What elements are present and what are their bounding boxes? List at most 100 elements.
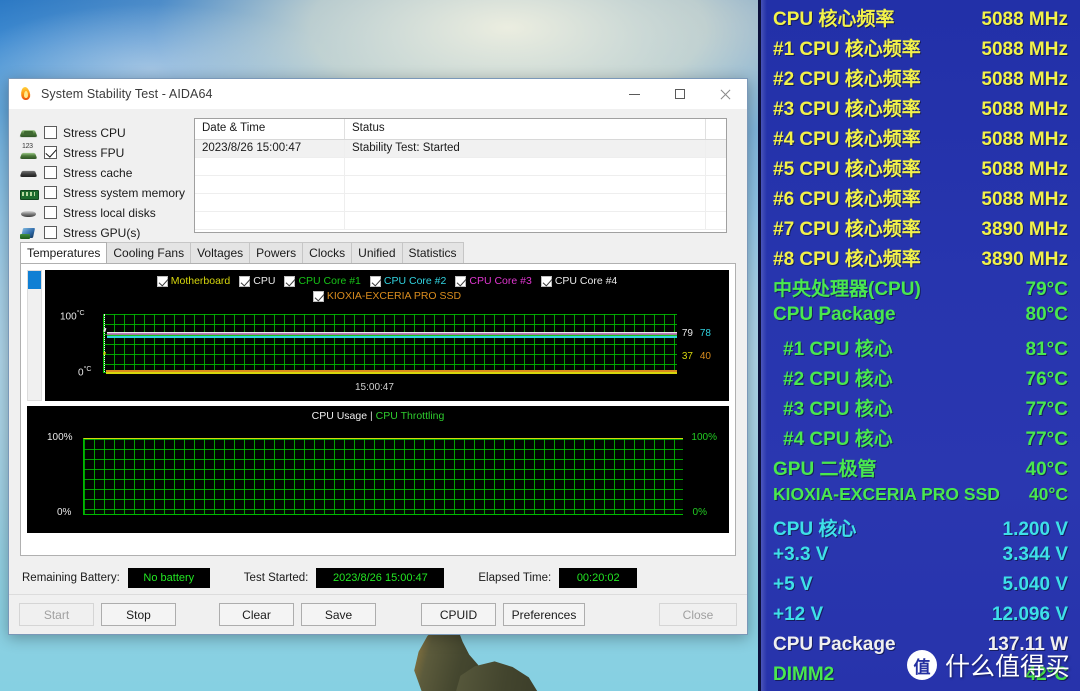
sensor-value: 5088 MHz	[981, 39, 1068, 60]
stress-memory-checkbox[interactable]	[44, 186, 57, 199]
stress-disks-label: Stress local disks	[63, 205, 156, 220]
temperature-plot-grid	[103, 314, 677, 374]
clear-button[interactable]: Clear	[219, 603, 294, 626]
sensor-row-12v-voltage: +12 V 12.096 V	[771, 604, 1068, 634]
stop-button[interactable]: Stop	[101, 603, 176, 626]
stress-disks-checkbox[interactable]	[44, 206, 57, 219]
tab-temperatures[interactable]: Temperatures	[20, 242, 108, 263]
stress-option-memory[interactable]: Stress system memory	[20, 183, 186, 202]
tab-voltages[interactable]: Voltages	[190, 242, 251, 263]
sensor-row-3v3-voltage: +3.3 V 3.344 V	[771, 544, 1068, 574]
sensor-value: 5088 MHz	[981, 189, 1068, 210]
table-row[interactable]	[195, 176, 726, 194]
legend-item-cpu-core-3[interactable]: CPU Core #3	[455, 275, 532, 287]
legend-item-cpu-core-4[interactable]: CPU Core #4	[540, 275, 618, 287]
temperature-chart-scrollbar[interactable]	[27, 270, 42, 401]
watermark-logo-icon: 值	[906, 650, 937, 680]
chart-tabs: Temperatures Cooling Fans Voltages Power…	[20, 241, 736, 263]
stress-cache-checkbox[interactable]	[44, 166, 57, 179]
sensor-row-cpu1-clock: #1 CPU 核心频率 5088 MHz	[771, 34, 1068, 64]
sensor-value: 40°C	[1028, 484, 1068, 504]
scrollbar-thumb[interactable]	[28, 271, 41, 289]
log-column-status[interactable]: Status	[345, 119, 706, 139]
tab-clocks[interactable]: Clocks	[302, 242, 353, 263]
legend-label-cpu-core-4: CPU Core #4	[554, 275, 618, 287]
stress-option-fpu[interactable]: 123 Stress FPU	[20, 143, 186, 162]
elapsed-time-value: 00:20:02	[559, 568, 638, 588]
stress-option-cpu[interactable]: Stress CPU	[20, 123, 186, 142]
preferences-button[interactable]: Preferences	[503, 603, 585, 626]
log-column-datetime[interactable]: Date & Time	[195, 119, 345, 139]
table-row[interactable]	[195, 158, 726, 176]
log-column-spacer	[706, 119, 726, 139]
temperature-chart-canvas[interactable]: Motherboard CPU CPU Core #1 CPU Core #2 …	[45, 270, 729, 401]
legend-checkbox-motherboard[interactable]	[156, 275, 168, 287]
sensor-name: GPU 二极管	[773, 459, 877, 480]
legend-checkbox-cpu-core-1[interactable]	[284, 275, 296, 287]
stress-fpu-checkbox[interactable]	[44, 146, 57, 159]
sensor-name: #2 CPU 核心	[783, 369, 893, 390]
stress-cache-label: Stress cache	[63, 165, 133, 180]
sensor-name: #2 CPU 核心频率	[773, 69, 921, 90]
sensor-row-cpu-temp: 中央处理器(CPU) 79°C	[771, 274, 1068, 304]
stress-gpu-checkbox[interactable]	[44, 226, 57, 239]
temperature-y-axis-top: 100°C	[60, 310, 85, 323]
charts-container: Motherboard CPU CPU Core #1 CPU Core #2 …	[20, 263, 736, 556]
save-button[interactable]: Save	[301, 603, 376, 626]
usage-y-axis-top-left: 100%	[47, 432, 73, 443]
sensor-row-cpu-package-temp: CPU Package 80°C	[771, 304, 1068, 334]
sensor-row-cpu-clock: CPU 核心频率 5088 MHz	[771, 4, 1068, 34]
stress-option-disks[interactable]: Stress local disks	[20, 203, 186, 222]
legend-item-ssd[interactable]: KIOXIA-EXCERIA PRO SSD	[312, 290, 461, 302]
usage-y-axis-bottom-left: 0%	[57, 507, 72, 518]
close-icon[interactable]	[702, 79, 747, 109]
legend-checkbox-cpu[interactable]	[239, 275, 251, 287]
legend-checkbox-cpu-core-2[interactable]	[369, 275, 381, 287]
tab-powers[interactable]: Powers	[249, 242, 304, 263]
table-row[interactable]	[195, 212, 726, 230]
legend-item-cpu-core-2[interactable]: CPU Core #2	[369, 275, 446, 287]
legend-item-cpu[interactable]: CPU	[239, 275, 275, 287]
watermark-text: 什么值得买	[944, 653, 1070, 681]
close-button[interactable]: Close	[659, 603, 737, 626]
battery-label: Remaining Battery:	[22, 572, 120, 584]
cache-chip-icon	[20, 165, 38, 181]
sensor-name: #1 CPU 核心频率	[773, 39, 921, 60]
minimize-icon[interactable]	[612, 79, 657, 109]
flame-icon	[18, 86, 34, 102]
stress-cpu-label: Stress CPU	[63, 125, 126, 140]
start-button[interactable]: Start	[19, 603, 94, 626]
legend-label-cpu-core-3: CPU Core #3	[469, 275, 532, 287]
sensor-name: +3.3 V	[773, 544, 829, 565]
cpuid-button[interactable]: CPUID	[421, 603, 496, 626]
cpu-throttling-title-label: CPU Throttling	[375, 410, 445, 422]
elapsed-time-label: Elapsed Time:	[478, 572, 552, 584]
legend-item-cpu-core-1[interactable]: CPU Core #1	[284, 275, 361, 287]
stress-cpu-checkbox[interactable]	[44, 126, 57, 139]
sensor-name: CPU Package	[773, 634, 896, 655]
legend-checkbox-ssd[interactable]	[312, 290, 324, 302]
table-row[interactable]: 2023/8/26 15:00:47 Stability Test: Start…	[195, 140, 726, 158]
legend-checkbox-cpu-core-3[interactable]	[455, 275, 467, 287]
sensor-value: 76°C	[1025, 369, 1068, 390]
table-row[interactable]	[195, 194, 726, 212]
aida64-sensor-panel: CPU 核心频率 5088 MHz #1 CPU 核心频率 5088 MHz #…	[758, 0, 1080, 691]
sensor-name: #7 CPU 核心频率	[773, 219, 921, 240]
maximize-icon[interactable]	[657, 79, 702, 109]
tab-cooling-fans[interactable]: Cooling Fans	[106, 242, 192, 263]
sensor-value: 3890 MHz	[981, 219, 1068, 240]
legend-checkbox-cpu-core-4[interactable]	[540, 275, 552, 287]
cpu-usage-chart-canvas[interactable]: CPU Usage | CPU Throttling 100% 0% 100% …	[27, 406, 729, 533]
sensor-row-5v-voltage: +5 V 5.040 V	[771, 574, 1068, 604]
event-log-table[interactable]: Date & Time Status 2023/8/26 15:00:47 St…	[194, 118, 727, 233]
stress-option-gpu[interactable]: Stress GPU(s)	[20, 223, 186, 242]
stress-option-cache[interactable]: Stress cache	[20, 163, 186, 182]
hard-disk-icon	[20, 205, 38, 221]
tab-unified[interactable]: Unified	[351, 242, 403, 263]
sensor-row-core3-temp: #3 CPU 核心 77°C	[771, 394, 1068, 424]
legend-item-motherboard[interactable]: Motherboard	[156, 275, 230, 287]
tab-statistics[interactable]: Statistics	[401, 242, 464, 263]
sensor-value: 5088 MHz	[981, 69, 1068, 90]
sensor-row-gpu-diode-temp: GPU 二极管 40°C	[771, 454, 1068, 484]
trace-cpu-core-2	[107, 336, 677, 338]
